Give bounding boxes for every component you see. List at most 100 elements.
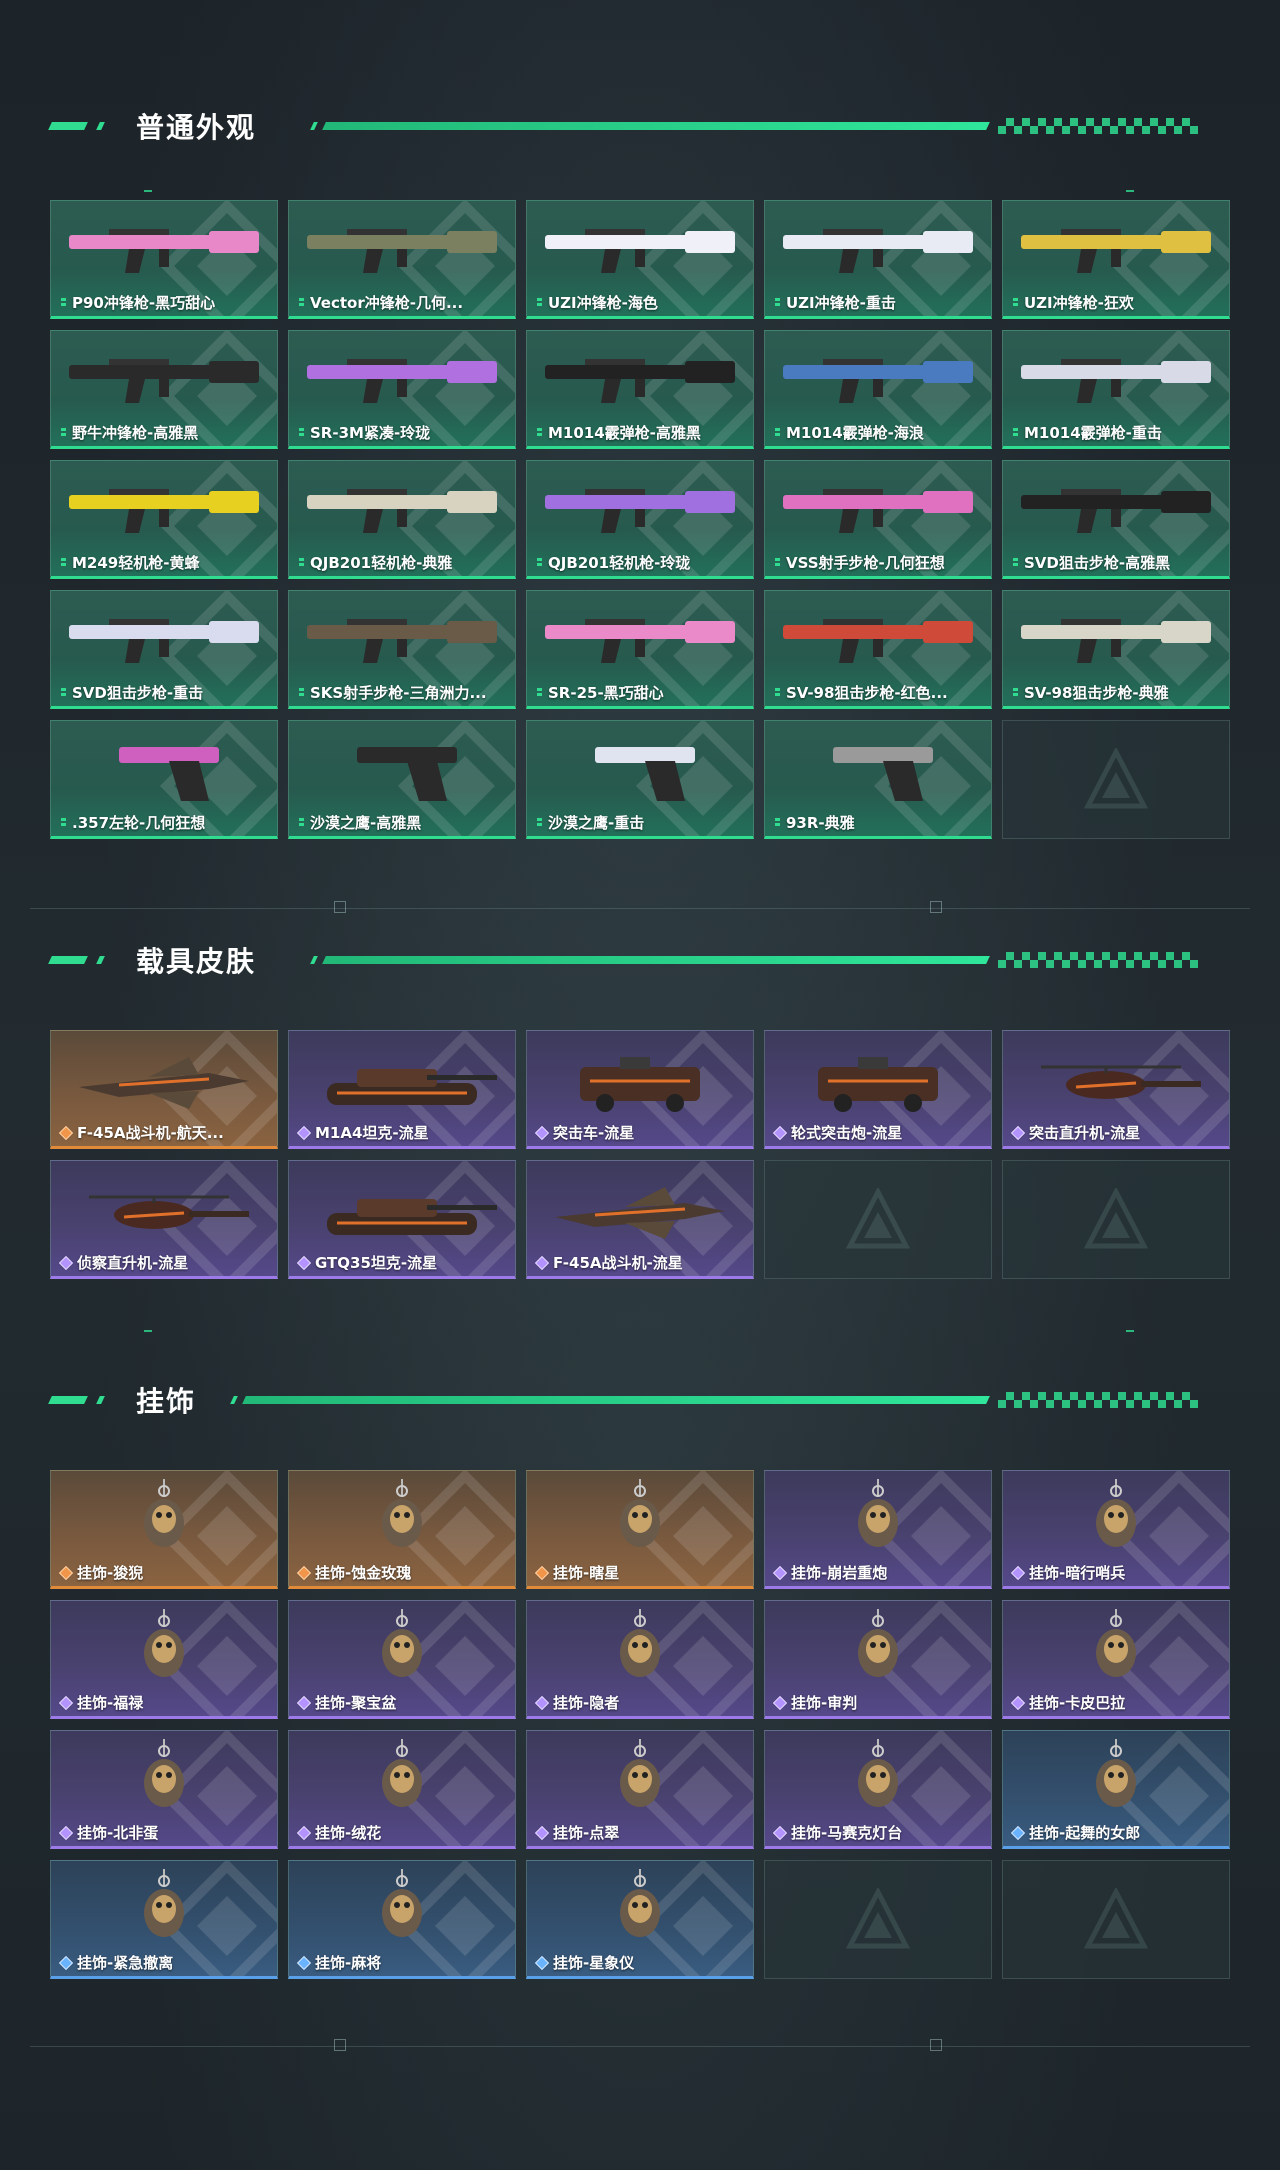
item-label-row: UZI冲锋枪-狂欢 xyxy=(1013,292,1134,313)
item-card[interactable]: .357左轮-几何狂想 xyxy=(50,720,278,839)
item-card[interactable]: 突击车-流星 xyxy=(526,1030,754,1149)
item-card[interactable]: 挂饰-紧急撤离 xyxy=(50,1860,278,1979)
header-checker-pattern xyxy=(998,1392,1198,1408)
lmg-purple-icon xyxy=(535,467,745,547)
item-name: UZI冲锋枪-狂欢 xyxy=(1024,294,1134,312)
item-card[interactable]: 挂饰-福禄 xyxy=(50,1600,278,1719)
item-card[interactable]: 侦察直升机-流星 xyxy=(50,1160,278,1279)
item-card[interactable]: SV-98狙击步枪-典雅 xyxy=(1002,590,1230,709)
tank-icon xyxy=(297,1167,507,1247)
corner-tick xyxy=(144,190,152,192)
rarity-icon xyxy=(534,1255,550,1270)
item-label-row: 沙漠之鹰-高雅黑 xyxy=(299,812,421,833)
item-card[interactable]: F-45A战斗机-流星 xyxy=(526,1160,754,1279)
item-card[interactable]: M1014霰弹枪-高雅黑 xyxy=(526,330,754,449)
item-card[interactable]: GTQ35坦克-流星 xyxy=(288,1160,516,1279)
item-label-row: 挂饰-狻猊 xyxy=(58,1562,143,1583)
rarity-icon xyxy=(61,687,66,698)
item-card[interactable]: 沙漠之鹰-高雅黑 xyxy=(288,720,516,839)
rarity-icon xyxy=(775,817,780,828)
item-card[interactable]: F-45A战斗机-航天... xyxy=(50,1030,278,1149)
item-card[interactable]: SR-25-黑巧甜心 xyxy=(526,590,754,709)
charm-icon xyxy=(1011,1607,1221,1687)
rarity-icon xyxy=(299,817,304,828)
rarity-icon xyxy=(58,1825,74,1840)
item-card[interactable]: VSS射手步枪-几何狂想 xyxy=(764,460,992,579)
item-card[interactable]: UZI冲锋枪-海色 xyxy=(526,200,754,319)
section-header-vehicle-skins: 载具皮肤 xyxy=(0,930,1280,990)
item-card[interactable]: P90冲锋枪-黑巧甜心 xyxy=(50,200,278,319)
item-card[interactable]: QJB201轻机枪-玲珑 xyxy=(526,460,754,579)
header-accent-bar xyxy=(48,122,88,130)
item-card[interactable]: UZI冲锋枪-重击 xyxy=(764,200,992,319)
item-card[interactable]: 挂饰-麻将 xyxy=(288,1860,516,1979)
item-card[interactable]: SKS射手步枪-三角洲力... xyxy=(288,590,516,709)
shotgun-black-icon xyxy=(535,337,745,417)
item-name: 挂饰-隐者 xyxy=(553,1694,620,1712)
item-name: 挂饰-瞎星 xyxy=(553,1564,620,1582)
item-card[interactable]: M249轻机枪-黄蜂 xyxy=(50,460,278,579)
item-card[interactable]: 93R-典雅 xyxy=(764,720,992,839)
sr25-pink-icon xyxy=(535,597,745,677)
charm-icon xyxy=(535,1477,745,1557)
item-card[interactable]: 野牛冲锋枪-高雅黑 xyxy=(50,330,278,449)
empty-slot xyxy=(1002,1160,1230,1279)
item-label-row: 挂饰-隐者 xyxy=(534,1692,620,1713)
item-label-row: SV-98狙击步枪-红色... xyxy=(775,682,948,703)
rarity-icon xyxy=(61,297,66,308)
item-card[interactable]: SR-3M紧凑-玲珑 xyxy=(288,330,516,449)
header-line-tick xyxy=(310,956,318,964)
rarity-icon xyxy=(772,1565,788,1580)
item-card[interactable]: M1014霰弹枪-海浪 xyxy=(764,330,992,449)
divider-marker xyxy=(334,901,346,913)
item-card[interactable]: 挂饰-卡皮巴拉 xyxy=(1002,1600,1230,1719)
charm-icon xyxy=(297,1477,507,1557)
item-name: 挂饰-崩岩重炮 xyxy=(791,1564,888,1582)
charm-icon xyxy=(59,1867,269,1947)
item-card[interactable]: 挂饰-北非蛋 xyxy=(50,1730,278,1849)
item-card[interactable]: M1014霰弹枪-重击 xyxy=(1002,330,1230,449)
item-card[interactable]: 挂饰-隐者 xyxy=(526,1600,754,1719)
item-card[interactable]: UZI冲锋枪-狂欢 xyxy=(1002,200,1230,319)
item-label-row: P90冲锋枪-黑巧甜心 xyxy=(61,292,215,313)
item-card[interactable]: 轮式突击炮-流星 xyxy=(764,1030,992,1149)
item-name: M1A4坦克-流星 xyxy=(315,1124,429,1142)
item-card[interactable]: 挂饰-聚宝盆 xyxy=(288,1600,516,1719)
item-label-row: 挂饰-聚宝盆 xyxy=(296,1692,396,1713)
rarity-icon xyxy=(537,557,542,568)
item-card[interactable]: 挂饰-暗行哨兵 xyxy=(1002,1470,1230,1589)
item-card[interactable]: Vector冲锋枪-几何... xyxy=(288,200,516,319)
corner-tick xyxy=(1126,1330,1134,1332)
revolver-icon xyxy=(59,727,269,807)
item-name: 挂饰-起舞的女郎 xyxy=(1029,1824,1141,1842)
item-card[interactable]: M1A4坦克-流星 xyxy=(288,1030,516,1149)
item-card[interactable]: 挂饰-狻猊 xyxy=(50,1470,278,1589)
header-accent-bar xyxy=(48,956,88,964)
item-name: M1014霰弹枪-海浪 xyxy=(786,424,924,442)
item-card[interactable]: 挂饰-星象仪 xyxy=(526,1860,754,1979)
helicopter-icon xyxy=(1011,1037,1221,1117)
item-card[interactable]: 挂饰-瞎星 xyxy=(526,1470,754,1589)
item-card[interactable]: SVD狙击步枪-重击 xyxy=(50,590,278,709)
item-name: SV-98狙击步枪-典雅 xyxy=(1024,684,1169,702)
item-card[interactable]: SVD狙击步枪-高雅黑 xyxy=(1002,460,1230,579)
item-name: 沙漠之鹰-重击 xyxy=(548,814,645,832)
item-card[interactable]: QJB201轻机枪-典雅 xyxy=(288,460,516,579)
item-card[interactable]: 突击直升机-流星 xyxy=(1002,1030,1230,1149)
item-card[interactable]: 挂饰-蚀金玫瑰 xyxy=(288,1470,516,1589)
item-card[interactable]: 沙漠之鹰-重击 xyxy=(526,720,754,839)
item-card[interactable]: 挂饰-起舞的女郎 xyxy=(1002,1730,1230,1849)
item-name: 突击直升机-流星 xyxy=(1029,1124,1141,1142)
item-card[interactable]: 挂饰-点翠 xyxy=(526,1730,754,1849)
header-checker-pattern xyxy=(998,118,1198,134)
scout-heli-icon xyxy=(59,1167,269,1247)
weapon-skin-grid: P90冲锋枪-黑巧甜心 Vector冲锋枪-几何... UZI冲锋枪-海色 UZI冲锋… xyxy=(50,200,1230,839)
item-card[interactable]: SV-98狙击步枪-红色... xyxy=(764,590,992,709)
item-card[interactable]: 挂饰-马赛克灯台 xyxy=(764,1730,992,1849)
item-card[interactable]: 挂饰-崩岩重炮 xyxy=(764,1470,992,1589)
item-name: 沙漠之鹰-高雅黑 xyxy=(310,814,422,832)
uzi-white-icon xyxy=(773,207,983,287)
item-card[interactable]: 挂饰-审判 xyxy=(764,1600,992,1719)
item-card[interactable]: 挂饰-绒花 xyxy=(288,1730,516,1849)
tank-icon xyxy=(297,1037,507,1117)
